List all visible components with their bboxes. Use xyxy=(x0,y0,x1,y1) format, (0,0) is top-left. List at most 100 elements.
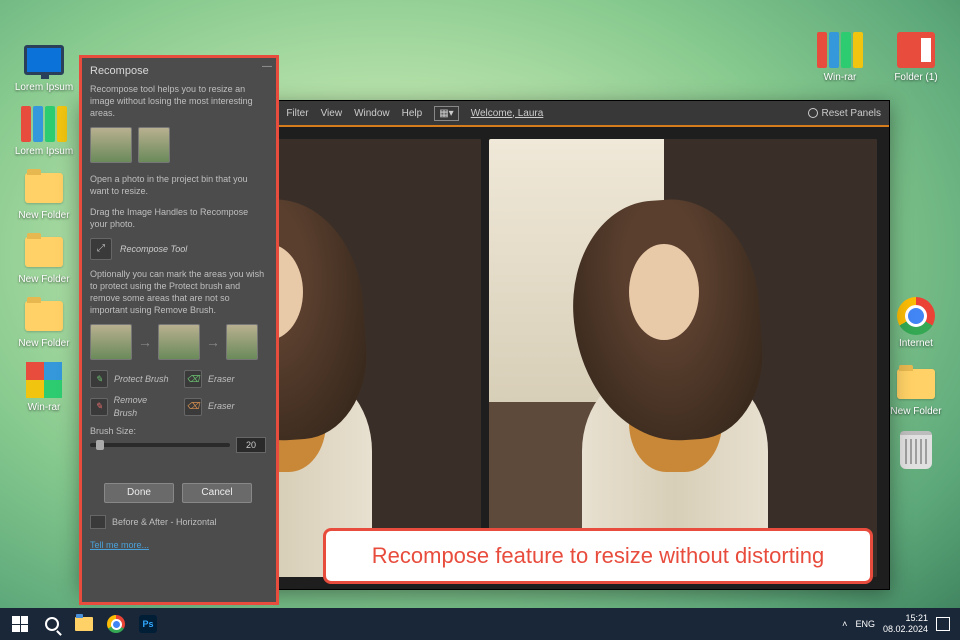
thumb-after xyxy=(138,127,170,163)
before-after-icon xyxy=(90,515,106,529)
thumb-b xyxy=(158,324,200,360)
menu-filter[interactable]: Filter xyxy=(286,108,308,119)
desktop-icon-folder1-r[interactable]: Folder (1) xyxy=(886,30,946,83)
brush-label: Eraser xyxy=(208,373,235,385)
reset-panels-button[interactable]: Reset Panels xyxy=(808,108,881,119)
recompose-tool-icon[interactable]: ⤢ xyxy=(90,238,112,260)
desktop-icon-folder-3[interactable]: New Folder xyxy=(14,296,74,349)
menu-help[interactable]: Help xyxy=(402,108,423,119)
windows-logo-icon xyxy=(12,616,28,632)
icon-label: New Folder xyxy=(18,274,69,285)
folder-icon xyxy=(24,296,64,336)
desktop-icon-trash[interactable] xyxy=(886,430,946,470)
recompose-panel: — Recompose Recompose tool helps you to … xyxy=(80,56,276,602)
desktop-icon-chrome[interactable]: Internet xyxy=(886,296,946,349)
desktop-icon-newfolder-r[interactable]: New Folder xyxy=(886,364,946,417)
chrome-icon xyxy=(896,296,936,336)
thumb-a xyxy=(90,324,132,360)
notifications-icon[interactable] xyxy=(936,617,950,631)
panel-title: Recompose xyxy=(90,64,266,79)
taskbar: Ps ˄ ENG 15:21 08.02.2024 xyxy=(0,608,960,640)
optional-text: Optionally you can mark the areas you wi… xyxy=(90,268,266,317)
eraser-1[interactable]: ⌫ Eraser xyxy=(184,370,266,388)
arrow-icon: → xyxy=(138,333,152,352)
chrome-icon xyxy=(107,615,125,633)
before-after-label: Before & After - Horizontal xyxy=(112,516,217,528)
desktop-icon-folder-2[interactable]: New Folder xyxy=(14,232,74,285)
binders-icon xyxy=(820,30,860,70)
start-button[interactable] xyxy=(4,608,36,640)
brush-label: Eraser xyxy=(208,400,235,412)
folder-red-icon xyxy=(896,30,936,70)
icon-label: Win-rar xyxy=(28,402,61,413)
folder-icon xyxy=(896,364,936,404)
brush-size-label: Brush Size: xyxy=(90,425,266,437)
welcome-link[interactable]: Welcome, Laura xyxy=(471,108,544,119)
taskbar-photoshop[interactable]: Ps xyxy=(132,608,164,640)
file-explorer-icon xyxy=(75,617,93,631)
desktop-icon-tiles[interactable]: Win-rar xyxy=(14,360,74,413)
icon-label: New Folder xyxy=(890,406,941,417)
icon-label: New Folder xyxy=(18,210,69,221)
tray-date: 08.02.2024 xyxy=(883,624,928,635)
tray-language[interactable]: ENG xyxy=(855,619,875,629)
brush-grid: ✎ Protect Brush ⌫ Eraser ✎ Remove Brush ⌫ Er… xyxy=(90,370,266,418)
desktop-icon-folder-1[interactable]: New Folder xyxy=(14,168,74,221)
folder-icon xyxy=(24,232,64,272)
done-button[interactable]: Done xyxy=(104,483,174,503)
annotation-callout: Recompose feature to resize without dist… xyxy=(323,528,873,584)
icon-label: Internet xyxy=(899,338,933,349)
protect-brush[interactable]: ✎ Protect Brush xyxy=(90,370,172,388)
tell-me-more-link[interactable]: Tell me more... xyxy=(90,539,266,551)
trash-icon xyxy=(896,430,936,470)
before-after-mode[interactable]: Before & After - Horizontal xyxy=(90,515,266,529)
menu-view[interactable]: View xyxy=(321,108,343,119)
desktop-icon-thispc[interactable]: Lorem Ipsum xyxy=(14,40,74,93)
menu-window[interactable]: Window xyxy=(354,108,390,119)
cancel-button[interactable]: Cancel xyxy=(182,483,252,503)
thumb-before xyxy=(90,127,132,163)
protect-brush-icon: ✎ xyxy=(90,370,108,388)
desktop-icon-winrar-left[interactable]: Lorem Ipsum xyxy=(14,104,74,157)
search-icon xyxy=(45,617,59,631)
eraser-icon: ⌫ xyxy=(184,370,202,388)
eraser-icon: ⌫ xyxy=(184,398,202,416)
recompose-tool-row: ⤢ Recompose Tool xyxy=(90,238,266,260)
brush-size-value[interactable]: 20 xyxy=(236,437,266,453)
tray-time: 15:21 xyxy=(883,613,928,624)
thumb-row-1 xyxy=(90,127,266,163)
tiles-icon xyxy=(24,360,64,400)
panel-collapse-icon[interactable]: — xyxy=(262,60,272,74)
photoshop-icon: Ps xyxy=(139,615,157,633)
brush-label: Remove Brush xyxy=(114,394,172,418)
tray-clock[interactable]: 15:21 08.02.2024 xyxy=(883,613,928,635)
reset-panels-label: Reset Panels xyxy=(822,108,881,119)
after-image xyxy=(489,139,877,577)
thumb-c xyxy=(226,324,258,360)
icon-label: Folder (1) xyxy=(894,72,937,83)
arrow-icon: → xyxy=(206,333,220,352)
binders-icon xyxy=(24,104,64,144)
taskbar-file-explorer[interactable] xyxy=(68,608,100,640)
panel-buttons: Done Cancel xyxy=(90,483,266,503)
eraser-2[interactable]: ⌫ Eraser xyxy=(184,394,266,418)
desktop-icon-winrar-r[interactable]: Win-rar xyxy=(810,30,870,83)
tray-overflow-icon[interactable]: ˄ xyxy=(842,619,847,629)
thumb-row-2: → → xyxy=(90,324,266,360)
brush-size-control: Brush Size: 20 xyxy=(90,425,266,453)
taskbar-chrome[interactable] xyxy=(100,608,132,640)
icon-label: Lorem Ipsum xyxy=(15,146,73,157)
brush-label: Protect Brush xyxy=(114,373,169,385)
layout-toggle-icon[interactable]: ▦▾ xyxy=(434,106,458,121)
step-1: Open a photo in the project bin that you… xyxy=(90,173,266,197)
icon-label: New Folder xyxy=(18,338,69,349)
taskbar-search[interactable] xyxy=(36,608,68,640)
system-tray: ˄ ENG 15:21 08.02.2024 xyxy=(842,613,956,635)
brush-size-slider[interactable] xyxy=(90,443,230,447)
callout-text: Recompose feature to resize without dist… xyxy=(372,543,824,569)
remove-brush[interactable]: ✎ Remove Brush xyxy=(90,394,172,418)
folder-icon xyxy=(24,168,64,208)
panel-description: Recompose tool helps you to resize an im… xyxy=(90,83,266,119)
remove-brush-icon: ✎ xyxy=(90,398,108,416)
icon-label: Lorem Ipsum xyxy=(15,82,73,93)
